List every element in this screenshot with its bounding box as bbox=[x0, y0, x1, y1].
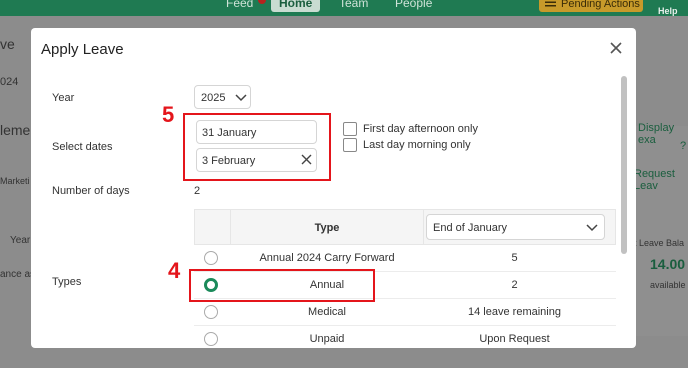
year-select-value: 2025 bbox=[201, 92, 226, 104]
bg-fragment: Marketi bbox=[0, 176, 30, 186]
number-of-days-value: 2 bbox=[194, 185, 201, 197]
leave-balance-cell: 14 leave remaining bbox=[468, 306, 561, 318]
bg-fragment: available bbox=[650, 280, 686, 290]
request-leave-button[interactable]: Request Leav bbox=[634, 168, 688, 192]
bg-fragment: ance as bbox=[0, 269, 36, 280]
bg-fragment: ve bbox=[0, 36, 15, 52]
first-day-label: First day afternoon only bbox=[363, 123, 478, 135]
notification-dot bbox=[258, 0, 266, 4]
types-label: Types bbox=[52, 276, 82, 288]
table-row[interactable]: Annual 2024 Carry Forward 5 bbox=[194, 245, 616, 272]
table-row[interactable]: Medical 14 leave remaining bbox=[194, 299, 616, 326]
last-day-label: Last day morning only bbox=[363, 139, 471, 151]
number-of-days-label: Number of days bbox=[52, 185, 130, 197]
bg-fragment: leme bbox=[0, 122, 31, 138]
radio-button[interactable] bbox=[204, 332, 218, 346]
balance-value: 14.00 bbox=[650, 256, 686, 272]
last-day-checkbox[interactable] bbox=[343, 138, 357, 152]
bg-fragment: Year bbox=[10, 235, 31, 246]
year-label: Year bbox=[52, 92, 75, 104]
table-row[interactable]: Unpaid Upon Request bbox=[194, 326, 616, 348]
annotation-step-number: 4 bbox=[168, 258, 181, 283]
list-icon bbox=[545, 1, 556, 7]
info-icon: ? bbox=[680, 140, 687, 152]
select-dates-label: Select dates bbox=[52, 141, 113, 153]
nav-team[interactable]: Team bbox=[339, 0, 368, 10]
balance-period-select[interactable]: End of January bbox=[426, 214, 605, 240]
top-navigation-bar: Feed Home Team People Pending Actions He… bbox=[0, 0, 688, 26]
leave-type-cell: Annual 2024 Carry Forward bbox=[259, 252, 395, 264]
nav-home[interactable]: Home bbox=[271, 0, 321, 12]
nav-people[interactable]: People bbox=[395, 0, 432, 10]
year-select[interactable]: 2025 bbox=[194, 85, 251, 109]
modal-title: Apply Leave bbox=[41, 41, 124, 58]
annotation-step-number: 5 bbox=[162, 102, 175, 127]
first-day-checkbox[interactable] bbox=[343, 122, 357, 136]
radio-button[interactable] bbox=[204, 305, 218, 319]
leave-type-cell: Unpaid bbox=[309, 333, 345, 345]
leave-type-cell: Medical bbox=[308, 306, 346, 318]
radio-button[interactable] bbox=[204, 251, 218, 265]
pending-actions-button[interactable]: Pending Actions bbox=[539, 0, 643, 12]
modal-scrollbar[interactable] bbox=[621, 76, 627, 254]
annotation-highlight-dates bbox=[183, 113, 331, 181]
chevron-down-icon bbox=[235, 94, 247, 102]
background-right-panel: Display exa ? Request Leav ent Leave Bal… bbox=[624, 122, 688, 336]
pending-actions-label: Pending Actions bbox=[561, 0, 640, 10]
bg-fragment: 024 bbox=[0, 76, 19, 88]
nav-feed[interactable]: Feed bbox=[226, 0, 253, 10]
chevron-down-icon bbox=[586, 224, 598, 232]
leave-balance-cell: 2 bbox=[511, 279, 518, 291]
leave-balance-cell: Upon Request bbox=[479, 333, 550, 345]
close-icon[interactable] bbox=[608, 40, 624, 56]
table-header: Type End of January bbox=[194, 209, 616, 245]
period-select-value: End of January bbox=[433, 222, 507, 234]
annotation-highlight-annual bbox=[189, 269, 375, 302]
leave-balance-cell: 5 bbox=[511, 252, 518, 264]
type-column-header: Type bbox=[230, 210, 424, 244]
